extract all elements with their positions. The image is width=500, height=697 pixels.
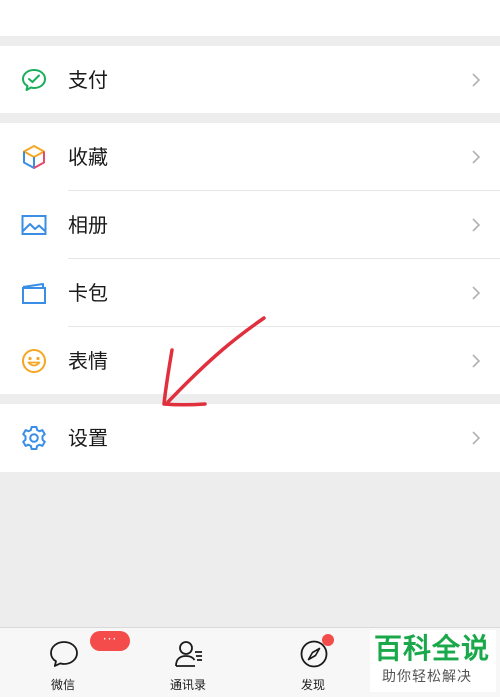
chevron-right-icon: [472, 218, 481, 232]
tab-discover[interactable]: 发现: [268, 628, 358, 697]
contacts-icon: [175, 641, 202, 667]
settings-group: 设置: [0, 404, 500, 472]
menu-label-cards: 卡包: [68, 281, 108, 305]
chevron-right-icon: [472, 286, 481, 300]
menu-label-favorites: 收藏: [68, 145, 108, 169]
chevron-right-icon: [472, 73, 481, 87]
menu-item-settings[interactable]: 设置: [0, 404, 500, 472]
image-icon: [21, 215, 47, 235]
chat-bubble-icon: [50, 641, 78, 667]
tab-label-discover: 发现: [300, 678, 325, 692]
chevron-right-icon: [472, 431, 481, 445]
menu-label-stickers: 表情: [68, 349, 108, 373]
tab-chats[interactable]: ··· 微信: [18, 628, 130, 697]
menu-item-stickers[interactable]: 表情: [0, 327, 500, 395]
gear-icon: [22, 426, 46, 450]
tab-label-chats: 微信: [50, 678, 75, 692]
wechat-pay-icon: [22, 69, 46, 91]
menu-item-favorites[interactable]: 收藏: [0, 123, 500, 191]
menu-label-payment: 支付: [68, 68, 108, 92]
smiley-icon: [22, 349, 46, 373]
watermark: 百科全说 助你轻松解决: [370, 630, 496, 692]
chevron-right-icon: [472, 150, 481, 164]
menu-item-album[interactable]: 相册: [0, 191, 500, 259]
tab-contacts[interactable]: 通讯录: [143, 628, 233, 697]
card-wallet-icon: [22, 283, 46, 304]
cube-icon: [23, 145, 45, 169]
menu-label-album: 相册: [68, 213, 108, 237]
features-group: 收藏 相册 卡包 表情: [0, 123, 500, 394]
tab-label-contacts: 通讯录: [169, 678, 206, 692]
menu-label-settings: 设置: [68, 426, 108, 450]
menu-item-cards[interactable]: 卡包: [0, 259, 500, 327]
menu-item-payment[interactable]: 支付: [0, 46, 500, 113]
watermark-subtitle: 助你轻松解决: [382, 669, 472, 685]
unread-badge: ···: [90, 631, 130, 651]
chevron-right-icon: [472, 354, 481, 368]
top-section: [0, 0, 500, 36]
watermark-title: 百科全说: [374, 632, 491, 665]
payment-group: 支付: [0, 46, 500, 113]
discover-dot-badge: [322, 634, 334, 646]
